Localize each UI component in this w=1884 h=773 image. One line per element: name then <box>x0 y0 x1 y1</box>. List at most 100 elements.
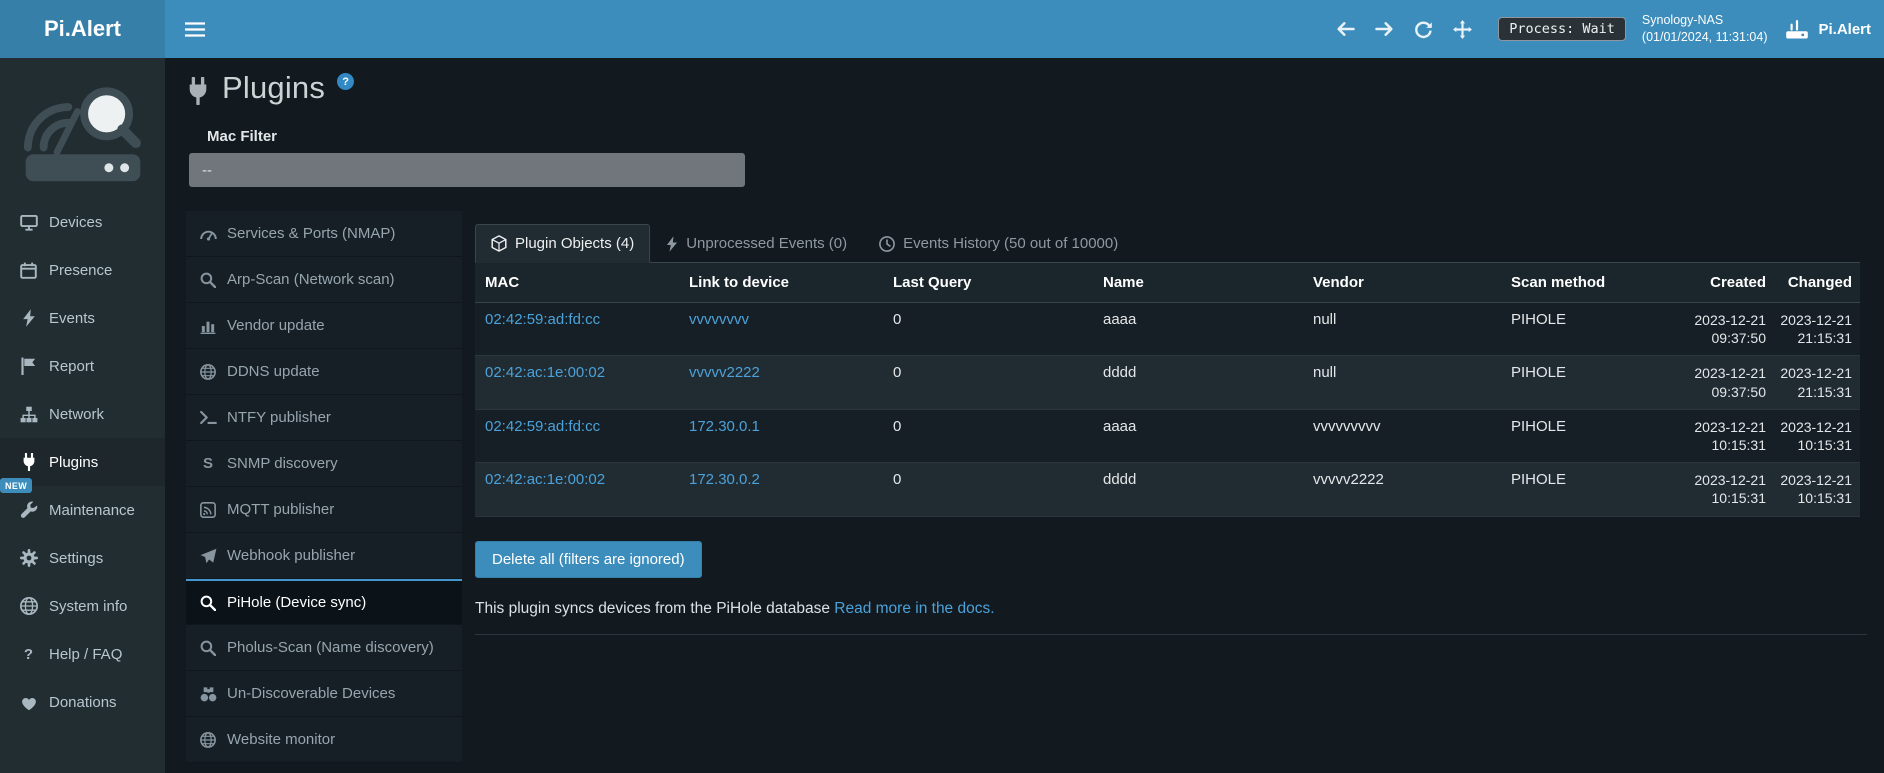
plugin-nav-mqtt-publisher[interactable]: MQTT publisher <box>186 487 462 533</box>
sidebar-item-donations[interactable]: Donations <box>0 678 165 726</box>
pialert-logo <box>21 80 145 188</box>
main-layout: Devices Presence Events <box>0 58 1884 773</box>
changed-cell: 2023-12-21 10:15:31 <box>1774 409 1860 462</box>
gauge-icon <box>199 226 217 241</box>
plugin-nav-label: Pholus-Scan (Name discovery) <box>227 639 434 656</box>
column-header-last-query[interactable]: Last Query <box>883 263 1093 303</box>
scan-method-cell: PIHOLE <box>1501 409 1678 462</box>
terminal-icon <box>199 410 217 425</box>
plugin-tab-panel: Plugin Objects (4) Unprocessed Events (0… <box>475 211 1867 635</box>
menu-toggle-button[interactable] <box>165 0 225 58</box>
plugin-nav-pholus-scan[interactable]: Pholus-Scan (Name discovery) <box>186 625 462 671</box>
refresh-button[interactable] <box>1404 20 1443 39</box>
brand-text: Pi.Alert <box>44 16 121 42</box>
column-header-vendor[interactable]: Vendor <box>1303 263 1501 303</box>
device-link[interactable]: 172.30.0.1 <box>689 418 760 435</box>
vendor-cell: vvvvvvvvv <box>1303 409 1501 462</box>
tab-unprocessed-events[interactable]: Unprocessed Events (0) <box>650 224 863 263</box>
last-query-cell: 0 <box>883 303 1093 356</box>
scan-method-cell: PIHOLE <box>1501 463 1678 516</box>
name-cell: dddd <box>1093 356 1303 409</box>
created-cell: 2023-12-21 10:15:31 <box>1678 409 1774 462</box>
arrows-move-button[interactable] <box>1443 20 1482 39</box>
column-header-name[interactable]: Name <box>1093 263 1303 303</box>
lightning-icon <box>666 236 678 252</box>
plugin-nav-arp-scan[interactable]: Arp-Scan (Network scan) <box>186 257 462 303</box>
column-header-created[interactable]: Created <box>1678 263 1774 303</box>
plugin-nav-website-monitor[interactable]: Website monitor <box>186 717 462 763</box>
chart-column-icon <box>199 318 217 334</box>
table-row: 02:42:59:ad:fd:cc vvvvvvvv 0 aaaa null P… <box>475 303 1860 356</box>
column-header-mac[interactable]: MAC <box>475 263 679 303</box>
column-header-changed[interactable]: Changed <box>1774 263 1860 303</box>
mac-link[interactable]: 02:42:ac:1e:00:02 <box>485 471 605 488</box>
created-cell: 2023-12-21 09:37:50 <box>1678 303 1774 356</box>
sidebar-item-help[interactable]: ? Help / FAQ <box>0 630 165 678</box>
plugin-nav-label: SNMP discovery <box>227 455 338 472</box>
plugin-nav-label: Un-Discoverable Devices <box>227 685 395 702</box>
scan-method-cell: PIHOLE <box>1501 303 1678 356</box>
sidebar-item-events[interactable]: Events <box>0 294 165 342</box>
delete-all-button[interactable]: Delete all (filters are ignored) <box>475 541 702 578</box>
device-link[interactable]: vvvvv2222 <box>689 364 760 381</box>
plugin-note-text: This plugin syncs devices from the PiHol… <box>475 600 830 617</box>
sidebar-item-system-info[interactable]: System info <box>0 582 165 630</box>
scan-method-cell: PIHOLE <box>1501 356 1678 409</box>
vendor-cell: null <box>1303 356 1501 409</box>
plugin-note: This plugin syncs devices from the PiHol… <box>475 600 1867 618</box>
docs-link[interactable]: Read more in the docs. <box>834 600 994 617</box>
pialert-app-link[interactable]: Pi.Alert <box>1785 19 1871 40</box>
mac-link[interactable]: 02:42:59:ad:fd:cc <box>485 418 600 435</box>
sidebar-item-label: Settings <box>49 550 103 567</box>
sidebar-item-devices[interactable]: Devices <box>0 198 165 246</box>
globe-icon <box>19 597 38 615</box>
sidebar-item-label: Donations <box>49 694 117 711</box>
mac-link[interactable]: 02:42:ac:1e:00:02 <box>485 364 605 381</box>
vendor-cell: null <box>1303 303 1501 356</box>
sidebar-item-network[interactable]: Network <box>0 390 165 438</box>
calendar-icon <box>19 262 38 279</box>
plugin-nav-vendor-update[interactable]: Vendor update <box>186 303 462 349</box>
column-header-scan-method[interactable]: Scan method <box>1501 263 1678 303</box>
nav-back-button[interactable] <box>1326 21 1365 37</box>
plugin-nav-undiscoverable-devices[interactable]: Un-Discoverable Devices <box>186 671 462 717</box>
brand-link[interactable]: Pi.Alert <box>0 0 165 58</box>
new-badge: NEW <box>0 478 32 493</box>
tab-label: Unprocessed Events (0) <box>686 235 847 252</box>
tab-events-history[interactable]: Events History (50 out of 10000) <box>863 224 1134 263</box>
device-link[interactable]: vvvvvvvv <box>689 311 749 328</box>
sidebar-item-settings[interactable]: Settings <box>0 534 165 582</box>
search-icon <box>199 272 217 288</box>
plugins-title-icon <box>186 77 210 105</box>
plugin-nav-snmp-discovery[interactable]: S SNMP discovery <box>186 441 462 487</box>
sidebar-item-presence[interactable]: Presence <box>0 246 165 294</box>
tab-label: Events History (50 out of 10000) <box>903 235 1118 252</box>
sidebar-item-maintenance[interactable]: NEW Maintenance <box>0 486 165 534</box>
main-content: Plugins ? Mac Filter Services & Ports (N… <box>165 58 1884 773</box>
cube-icon <box>491 235 507 252</box>
top-header: Pi.Alert <box>0 0 1884 58</box>
sidebar-item-report[interactable]: Report <box>0 342 165 390</box>
mac-link[interactable]: 02:42:59:ad:fd:cc <box>485 311 600 328</box>
tab-plugin-objects[interactable]: Plugin Objects (4) <box>475 224 650 263</box>
mac-filter-input[interactable] <box>189 153 745 187</box>
plugins-content: Services & Ports (NMAP) Arp-Scan (Networ… <box>186 211 1867 763</box>
plugin-nav-pihole[interactable]: PiHole (Device sync) <box>186 579 462 625</box>
paper-plane-icon <box>199 548 217 564</box>
changed-cell: 2023-12-21 21:15:31 <box>1774 303 1860 356</box>
sidebar-item-label: Maintenance <box>49 502 135 519</box>
host-name: Synology-NAS <box>1642 12 1768 30</box>
nav-forward-button[interactable] <box>1365 21 1404 37</box>
column-header-link[interactable]: Link to device <box>679 263 883 303</box>
device-link[interactable]: 172.30.0.2 <box>689 471 760 488</box>
globe-icon <box>199 364 217 380</box>
plugin-nav-ddns-update[interactable]: DDNS update <box>186 349 462 395</box>
plugin-nav-webhook-publisher[interactable]: Webhook publisher <box>186 533 462 579</box>
arrow-right-icon <box>1375 21 1394 37</box>
plugin-nav-label: Arp-Scan (Network scan) <box>227 271 395 288</box>
flag-icon <box>19 357 38 375</box>
plugin-nav-services-ports[interactable]: Services & Ports (NMAP) <box>186 211 462 257</box>
plugin-nav-ntfy-publisher[interactable]: NTFY publisher <box>186 395 462 441</box>
plugin-nav-label: NTFY publisher <box>227 409 331 426</box>
help-badge[interactable]: ? <box>337 73 354 90</box>
